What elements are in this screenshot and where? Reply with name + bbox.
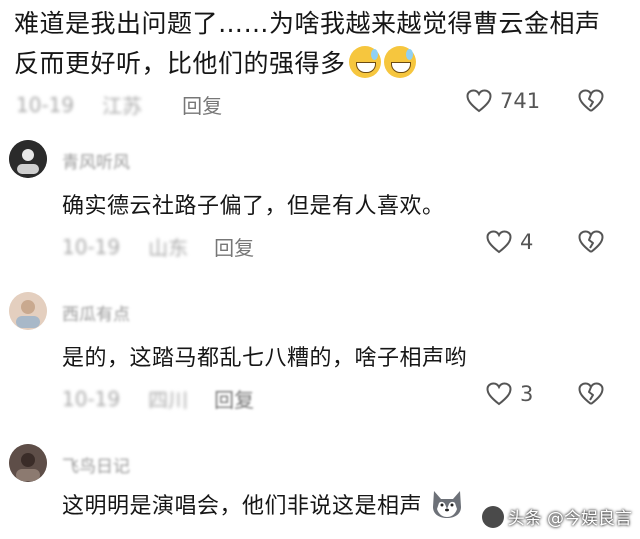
comment-date: 10-19	[62, 234, 121, 259]
comment-text: 这明明是演唱会，他们非说这是相声	[62, 488, 464, 520]
watermark: 头条 @今娱良言	[481, 504, 632, 529]
avatar[interactable]	[9, 444, 47, 482]
dislike-button[interactable]	[578, 382, 604, 406]
like-button[interactable]: 741	[466, 89, 540, 113]
grinning-sweat-emoji-icon	[383, 46, 416, 78]
comment-text: 是的，这踏马都乱七八糟的，啥子相声哟	[62, 346, 468, 371]
username[interactable]: 西瓜有点	[62, 300, 130, 325]
comment-meta: 10-19 山东 回复	[62, 232, 254, 261]
reply-button[interactable]: 回复	[214, 384, 254, 413]
comment-location: 山东	[148, 236, 189, 260]
top-comment-meta: 10-19 江苏 回复	[16, 90, 222, 119]
like-button[interactable]: 3	[486, 382, 533, 406]
top-comment-text: 难道是我出问题了……为啥我越来越觉得曹云金相声反而更好听，比他们的强得多	[14, 9, 601, 78]
comment-date: 10-19	[16, 92, 75, 117]
username[interactable]: 青风听风	[62, 148, 130, 173]
toutiao-logo-icon	[481, 505, 504, 528]
comment-date: 10-19	[62, 386, 121, 411]
username[interactable]: 飞鸟日记	[62, 452, 130, 477]
broken-heart-icon	[578, 382, 604, 405]
dislike-button[interactable]	[578, 89, 604, 113]
comment-text: 确实德云社路子偏了，但是有人喜欢。	[62, 194, 445, 219]
like-count: 4	[520, 230, 534, 254]
like-count: 741	[500, 89, 541, 113]
avatar[interactable]	[9, 292, 47, 330]
like-count: 3	[520, 382, 534, 406]
heart-icon	[486, 382, 512, 406]
grinning-sweat-emoji-icon	[348, 46, 381, 78]
comment-meta: 10-19 四川 回复	[62, 384, 254, 413]
comment-location: 江苏	[102, 94, 143, 118]
dislike-button[interactable]	[578, 230, 604, 254]
broken-heart-icon	[578, 230, 604, 253]
heart-icon	[486, 230, 512, 254]
comment-location: 四川	[148, 388, 189, 412]
heart-icon	[466, 89, 492, 113]
broken-heart-icon	[578, 89, 604, 112]
reply-button[interactable]: 回复	[214, 232, 254, 261]
like-button[interactable]: 4	[486, 230, 533, 254]
watermark-text: 头条 @今娱良言	[507, 509, 632, 529]
avatar[interactable]	[9, 140, 47, 178]
husky-emoji-icon	[432, 491, 461, 518]
reply-button[interactable]: 回复	[182, 90, 222, 119]
